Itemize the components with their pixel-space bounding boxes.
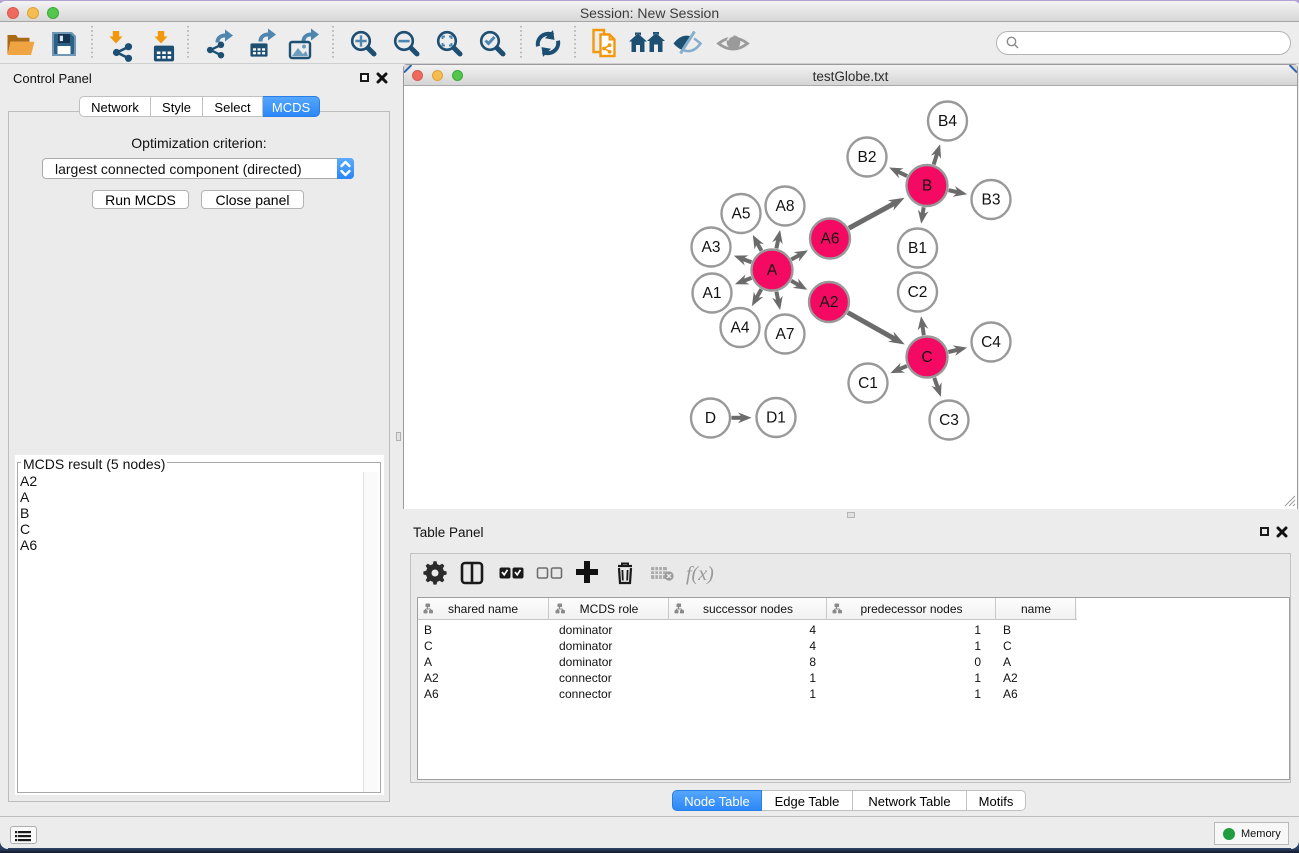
svg-text:A7: A7 bbox=[776, 326, 795, 343]
svg-text:B: B bbox=[922, 178, 932, 195]
svg-text:A5: A5 bbox=[732, 206, 751, 223]
svg-text:B4: B4 bbox=[938, 113, 957, 130]
svg-text:C1: C1 bbox=[858, 375, 878, 392]
svg-text:C3: C3 bbox=[939, 412, 959, 429]
svg-text:D1: D1 bbox=[766, 410, 786, 427]
svg-text:f(x): f(x) bbox=[686, 563, 714, 585]
svg-text:A4: A4 bbox=[731, 320, 750, 337]
svg-text:A: A bbox=[767, 262, 778, 279]
svg-text:C4: C4 bbox=[981, 334, 1001, 351]
svg-text:C: C bbox=[921, 349, 932, 366]
svg-text:B2: B2 bbox=[858, 149, 877, 166]
svg-text:C2: C2 bbox=[908, 284, 928, 301]
svg-text:A6: A6 bbox=[821, 231, 840, 248]
svg-text:D: D bbox=[705, 410, 716, 427]
svg-text:A1: A1 bbox=[703, 285, 722, 302]
svg-text:A3: A3 bbox=[702, 239, 721, 256]
svg-text:A8: A8 bbox=[776, 198, 795, 215]
svg-text:B3: B3 bbox=[982, 192, 1001, 209]
svg-text:A2: A2 bbox=[820, 294, 839, 311]
svg-text:B1: B1 bbox=[908, 240, 927, 257]
